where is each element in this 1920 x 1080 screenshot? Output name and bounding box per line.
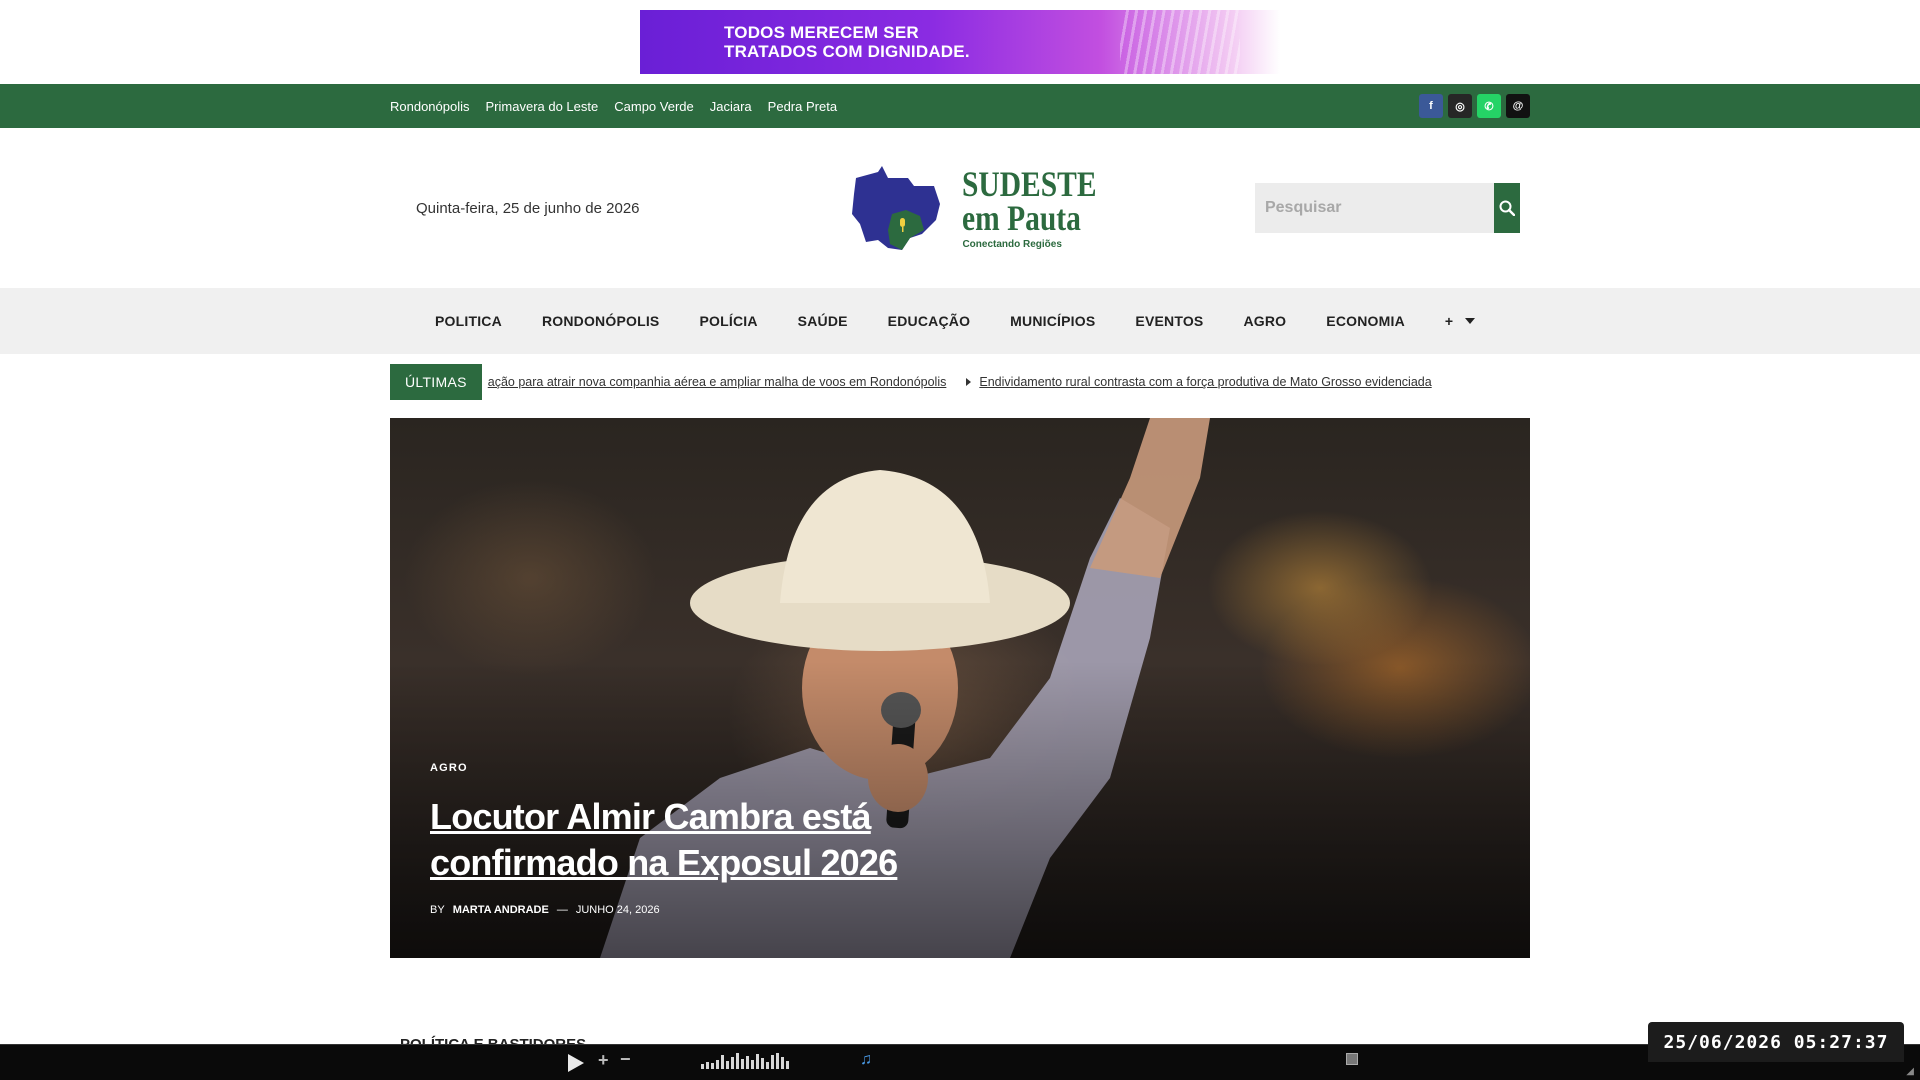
city-link-pedra-preta[interactable]: Pedra Preta: [768, 99, 837, 114]
equalizer-icon: [701, 1053, 789, 1069]
hero-category[interactable]: AGRO: [430, 762, 950, 774]
nav-more-label: +: [1444, 313, 1454, 329]
ticker-track: ação para atrair nova companhia aérea e …: [482, 364, 1530, 400]
nav-item-policia[interactable]: POLÍCIA: [699, 313, 757, 329]
popup-icon[interactable]: [1346, 1053, 1358, 1065]
clock-overlay: 25/06/2026 05:27:37: [1648, 1022, 1904, 1062]
nav-item-saude[interactable]: SAÚDE: [798, 313, 848, 329]
search-form: [1254, 183, 1520, 233]
city-links: Rondonópolis Primavera do Leste Campo Ve…: [390, 99, 837, 114]
audio-player-bar: + − ♫ ◢: [0, 1044, 1920, 1080]
current-date: Quinta-feira, 25 de junho de 2026: [416, 199, 640, 217]
volume-up-icon[interactable]: +: [598, 1050, 609, 1071]
search-button[interactable]: [1493, 183, 1520, 233]
city-link-primavera-do-leste[interactable]: Primavera do Leste: [486, 99, 599, 114]
nav-item-economia[interactable]: ECONOMIA: [1326, 313, 1405, 329]
category-nav: POLITICA RONDONÓPOLIS POLÍCIA SAÚDE EDUC…: [0, 288, 1920, 354]
hero-meta: BY MARTA ANDRADE — JUNHO 24, 2026: [430, 904, 950, 916]
resize-handle-icon[interactable]: ◢: [1906, 1066, 1914, 1077]
city-bar: Rondonópolis Primavera do Leste Campo Ve…: [0, 84, 1920, 128]
hero-date: JUNHO 24, 2026: [575, 904, 660, 916]
nav-item-eventos[interactable]: EVENTOS: [1135, 313, 1203, 329]
ticker-item-text: ação para atrair nova companhia aérea e …: [487, 375, 947, 389]
search-icon: [1499, 200, 1515, 216]
news-ticker: ÚLTIMAS ação para atrair nova companhia …: [390, 364, 1530, 400]
ad-line-1: TODOS MERECEM SER: [724, 23, 919, 42]
ticker-item[interactable]: ação para atrair nova companhia aérea e …: [488, 375, 947, 389]
chevron-down-icon: [1465, 318, 1476, 324]
nav-item-politica[interactable]: POLITICA: [435, 313, 502, 329]
hero-caption: AGRO Locutor Almir Cambra está confirmad…: [430, 762, 950, 916]
social-links: f ◎ ✆ @: [1419, 94, 1530, 118]
search-input[interactable]: [1254, 183, 1494, 233]
top-ad-area: TODOS MERECEM SER TRATADOS COM DIGNIDADE…: [0, 0, 1920, 84]
featured-story[interactable]: AGRO Locutor Almir Cambra está confirmad…: [390, 418, 1530, 958]
ad-line-2: TRATADOS COM DIGNIDADE.: [724, 42, 970, 61]
logo-tagline: Conectando Regiões: [962, 238, 1062, 250]
ticker-item-text: Endividamento rural contrasta com a forç…: [979, 375, 1432, 389]
ticker-item[interactable]: Endividamento rural contrasta com a forç…: [966, 375, 1432, 389]
nav-item-municipios[interactable]: MUNICÍPIOS: [1010, 313, 1095, 329]
whatsapp-icon[interactable]: ✆: [1477, 94, 1501, 118]
site-logo[interactable]: SUDESTE em Pauta Conectando Regiões: [848, 164, 1126, 252]
city-link-campo-verde[interactable]: Campo Verde: [614, 99, 694, 114]
nav-item-agro[interactable]: AGRO: [1243, 313, 1286, 329]
site-header: Quinta-feira, 25 de junho de 2026 SUDEST…: [0, 128, 1920, 288]
logo-line-2: em Pauta: [962, 197, 1082, 238]
music-note-icon: ♫: [860, 1051, 872, 1068]
map-logo-icon: [852, 166, 941, 250]
city-link-jaciara[interactable]: Jaciara: [710, 99, 752, 114]
facebook-icon[interactable]: f: [1419, 94, 1443, 118]
instagram-icon[interactable]: ◎: [1448, 94, 1472, 118]
hero-by-label: BY: [430, 904, 445, 916]
triangle-right-icon: [966, 378, 972, 386]
ad-text: TODOS MERECEM SER TRATADOS COM DIGNIDADE…: [724, 23, 970, 61]
threads-icon[interactable]: @: [1506, 94, 1530, 118]
logo-wordmark: SUDESTE em Pauta Conectando Regiões: [962, 163, 1126, 250]
play-icon[interactable]: [568, 1054, 584, 1072]
nav-item-rondonopolis[interactable]: RONDONÓPOLIS: [542, 313, 660, 329]
hero-author[interactable]: MARTA ANDRADE: [453, 904, 549, 916]
logo-line-1: SUDESTE: [962, 163, 1097, 204]
hero-separator: —: [556, 904, 568, 916]
city-link-rondonopolis[interactable]: Rondonópolis: [390, 99, 470, 114]
volume-down-icon[interactable]: −: [620, 1049, 631, 1070]
hero-title[interactable]: Locutor Almir Cambra está confirmado na …: [430, 794, 950, 886]
ticker-label: ÚLTIMAS: [390, 364, 482, 400]
ad-banner[interactable]: TODOS MERECEM SER TRATADOS COM DIGNIDADE…: [640, 10, 1280, 74]
nav-item-educacao[interactable]: EDUCAÇÃO: [888, 313, 971, 329]
nav-more-menu[interactable]: +: [1444, 313, 1476, 329]
